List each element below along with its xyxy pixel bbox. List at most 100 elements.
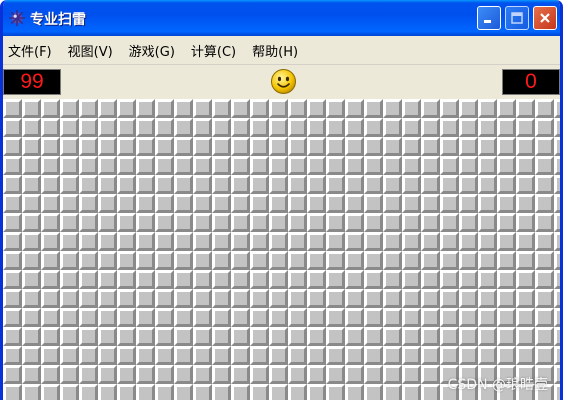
mine-cell[interactable] bbox=[364, 384, 383, 400]
mine-cell[interactable] bbox=[41, 175, 60, 194]
mine-cell[interactable] bbox=[250, 289, 269, 308]
mine-cell[interactable] bbox=[288, 194, 307, 213]
mine-cell[interactable] bbox=[41, 213, 60, 232]
mine-cell[interactable] bbox=[459, 232, 478, 251]
mine-cell[interactable] bbox=[136, 194, 155, 213]
mine-cell[interactable] bbox=[383, 270, 402, 289]
mine-cell[interactable] bbox=[364, 251, 383, 270]
mine-cell[interactable] bbox=[98, 365, 117, 384]
mine-cell[interactable] bbox=[364, 327, 383, 346]
menu-game[interactable]: 游戏(G) bbox=[121, 41, 183, 60]
mine-cell[interactable] bbox=[155, 346, 174, 365]
mine-cell[interactable] bbox=[307, 251, 326, 270]
mine-cell[interactable] bbox=[345, 308, 364, 327]
mine-cell[interactable] bbox=[440, 118, 459, 137]
mine-cell[interactable] bbox=[136, 289, 155, 308]
mine-cell[interactable] bbox=[79, 308, 98, 327]
mine-cell[interactable] bbox=[421, 213, 440, 232]
mine-cell[interactable] bbox=[79, 270, 98, 289]
mine-cell[interactable] bbox=[440, 289, 459, 308]
mine-cell[interactable] bbox=[440, 175, 459, 194]
mine-cell[interactable] bbox=[98, 213, 117, 232]
mine-cell[interactable] bbox=[41, 118, 60, 137]
mine-cell[interactable] bbox=[383, 118, 402, 137]
mine-cell[interactable] bbox=[440, 232, 459, 251]
mine-cell[interactable] bbox=[554, 156, 560, 175]
mine-cell[interactable] bbox=[402, 365, 421, 384]
mine-cell[interactable] bbox=[117, 213, 136, 232]
mine-cell[interactable] bbox=[212, 270, 231, 289]
mine-cell[interactable] bbox=[402, 118, 421, 137]
mine-cell[interactable] bbox=[60, 194, 79, 213]
mine-cell[interactable] bbox=[535, 308, 554, 327]
mine-cell[interactable] bbox=[22, 346, 41, 365]
mine-cell[interactable] bbox=[79, 194, 98, 213]
mine-cell[interactable] bbox=[497, 118, 516, 137]
mine-cell[interactable] bbox=[326, 194, 345, 213]
mine-cell[interactable] bbox=[3, 308, 22, 327]
mine-cell[interactable] bbox=[41, 308, 60, 327]
mine-cell[interactable] bbox=[535, 118, 554, 137]
mine-cell[interactable] bbox=[383, 384, 402, 400]
mine-cell[interactable] bbox=[383, 175, 402, 194]
mine-cell[interactable] bbox=[155, 194, 174, 213]
mine-cell[interactable] bbox=[383, 346, 402, 365]
mine-cell[interactable] bbox=[497, 270, 516, 289]
mine-cell[interactable] bbox=[117, 99, 136, 118]
mine-cell[interactable] bbox=[516, 156, 535, 175]
mine-cell[interactable] bbox=[288, 346, 307, 365]
mine-cell[interactable] bbox=[117, 118, 136, 137]
mine-cell[interactable] bbox=[117, 308, 136, 327]
mine-cell[interactable] bbox=[212, 346, 231, 365]
mine-cell[interactable] bbox=[364, 213, 383, 232]
mine-cell[interactable] bbox=[421, 99, 440, 118]
mine-cell[interactable] bbox=[364, 289, 383, 308]
maximize-button[interactable] bbox=[505, 6, 529, 30]
mine-cell[interactable] bbox=[98, 346, 117, 365]
mine-cell[interactable] bbox=[288, 175, 307, 194]
mine-cell[interactable] bbox=[516, 194, 535, 213]
mine-cell[interactable] bbox=[79, 118, 98, 137]
mine-cell[interactable] bbox=[155, 232, 174, 251]
mine-cell[interactable] bbox=[3, 194, 22, 213]
mine-cell[interactable] bbox=[136, 232, 155, 251]
mine-cell[interactable] bbox=[440, 194, 459, 213]
mine-cell[interactable] bbox=[307, 213, 326, 232]
mine-cell[interactable] bbox=[117, 365, 136, 384]
mine-cell[interactable] bbox=[326, 156, 345, 175]
mine-cell[interactable] bbox=[516, 270, 535, 289]
mine-cell[interactable] bbox=[535, 99, 554, 118]
mine-cell[interactable] bbox=[345, 384, 364, 400]
mine-cell[interactable] bbox=[383, 156, 402, 175]
mine-cell[interactable] bbox=[155, 289, 174, 308]
mine-cell[interactable] bbox=[60, 270, 79, 289]
smiley-face-icon[interactable] bbox=[270, 68, 297, 95]
mine-cell[interactable] bbox=[478, 156, 497, 175]
mine-cell[interactable] bbox=[41, 365, 60, 384]
mine-cell[interactable] bbox=[212, 251, 231, 270]
mine-cell[interactable] bbox=[345, 175, 364, 194]
mine-cell[interactable] bbox=[231, 308, 250, 327]
mine-cell[interactable] bbox=[60, 308, 79, 327]
mine-cell[interactable] bbox=[478, 232, 497, 251]
mine-cell[interactable] bbox=[136, 346, 155, 365]
mine-cell[interactable] bbox=[250, 137, 269, 156]
mine-cell[interactable] bbox=[22, 213, 41, 232]
mine-cell[interactable] bbox=[535, 346, 554, 365]
mine-cell[interactable] bbox=[421, 346, 440, 365]
mine-cell[interactable] bbox=[345, 213, 364, 232]
mine-cell[interactable] bbox=[269, 251, 288, 270]
mine-cell[interactable] bbox=[41, 346, 60, 365]
mine-cell[interactable] bbox=[535, 251, 554, 270]
mine-cell[interactable] bbox=[421, 251, 440, 270]
mine-cell[interactable] bbox=[364, 175, 383, 194]
mine-cell[interactable] bbox=[212, 194, 231, 213]
mine-cell[interactable] bbox=[421, 308, 440, 327]
mine-cell[interactable] bbox=[60, 175, 79, 194]
mine-cell[interactable] bbox=[231, 232, 250, 251]
mine-cell[interactable] bbox=[22, 365, 41, 384]
mine-cell[interactable] bbox=[307, 270, 326, 289]
mine-cell[interactable] bbox=[41, 270, 60, 289]
mine-cell[interactable] bbox=[269, 327, 288, 346]
mine-cell[interactable] bbox=[22, 194, 41, 213]
